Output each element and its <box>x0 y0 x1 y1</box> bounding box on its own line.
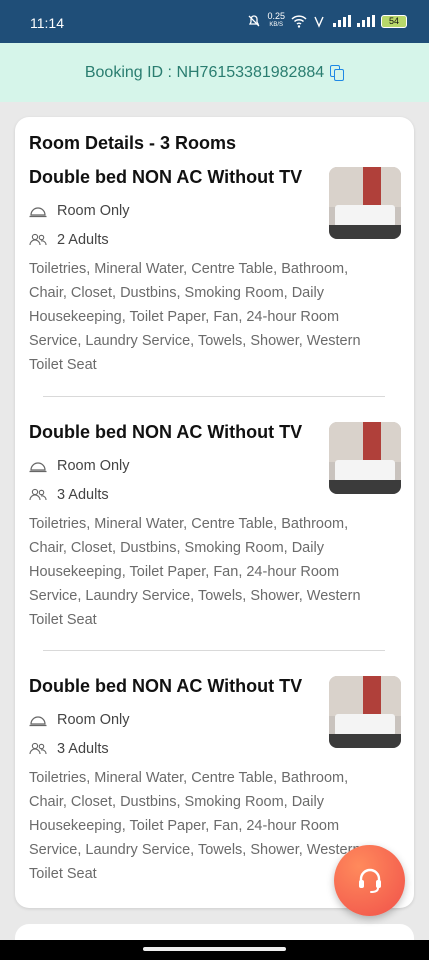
people-icon <box>29 488 47 501</box>
meal-plan: Room Only <box>29 712 130 728</box>
people-icon <box>29 742 47 755</box>
cloche-icon <box>29 716 47 727</box>
battery-icon: 54 <box>381 14 407 28</box>
room-thumbnail[interactable] <box>329 167 401 239</box>
meal-plan: Room Only <box>29 458 130 474</box>
guest-count: 3 Adults <box>29 741 109 757</box>
status-time: 11:14 <box>30 15 64 31</box>
wifi-icon <box>291 14 307 28</box>
support-button[interactable] <box>334 845 405 916</box>
room-thumbnail[interactable] <box>329 422 401 494</box>
room-item: Double bed NON AC Without TV Room Only 3… <box>29 422 401 637</box>
room-details-title: Room Details - 3 Rooms <box>29 133 237 153</box>
status-bar: 11:14 0.25 KB/S 54 <box>0 0 429 43</box>
people-icon <box>29 233 47 246</box>
cloche-icon <box>29 462 47 473</box>
room-thumbnail[interactable] <box>329 676 401 748</box>
headset-icon <box>359 868 381 893</box>
copy-icon[interactable] <box>330 64 345 81</box>
gesture-nav-bar <box>0 940 429 960</box>
booking-id-label: Booking ID : NH76153381982884 <box>84 63 325 81</box>
room-divider <box>43 650 385 651</box>
guest-count: 3 Adults <box>29 487 109 503</box>
room-amenities: Toiletries, Mineral Water, Centre Table,… <box>29 770 361 882</box>
cloche-icon <box>29 207 47 218</box>
network-speed: 0.25 KB/S <box>267 11 285 29</box>
status-icons: 0.25 KB/S 54 <box>247 12 407 30</box>
room-amenities: Toiletries, Mineral Water, Centre Table,… <box>29 516 361 628</box>
meal-plan: Room Only <box>29 203 130 219</box>
mute-icon <box>249 15 260 27</box>
guest-count: 2 Adults <box>29 232 109 248</box>
room-amenities: Toiletries, Mineral Water, Centre Table,… <box>29 261 361 373</box>
signal-icon <box>333 15 351 27</box>
signal-icon <box>357 15 375 27</box>
booking-id-banner: Booking ID : NH76153381982884 <box>0 43 429 102</box>
room-details-card: Room Details - 3 Rooms Double bed NON AC… <box>15 117 414 908</box>
volte-icon <box>314 16 324 28</box>
room-divider <box>43 396 385 397</box>
room-item: Double bed NON AC Without TV Room Only 2… <box>29 167 401 382</box>
home-indicator[interactable] <box>143 947 286 951</box>
